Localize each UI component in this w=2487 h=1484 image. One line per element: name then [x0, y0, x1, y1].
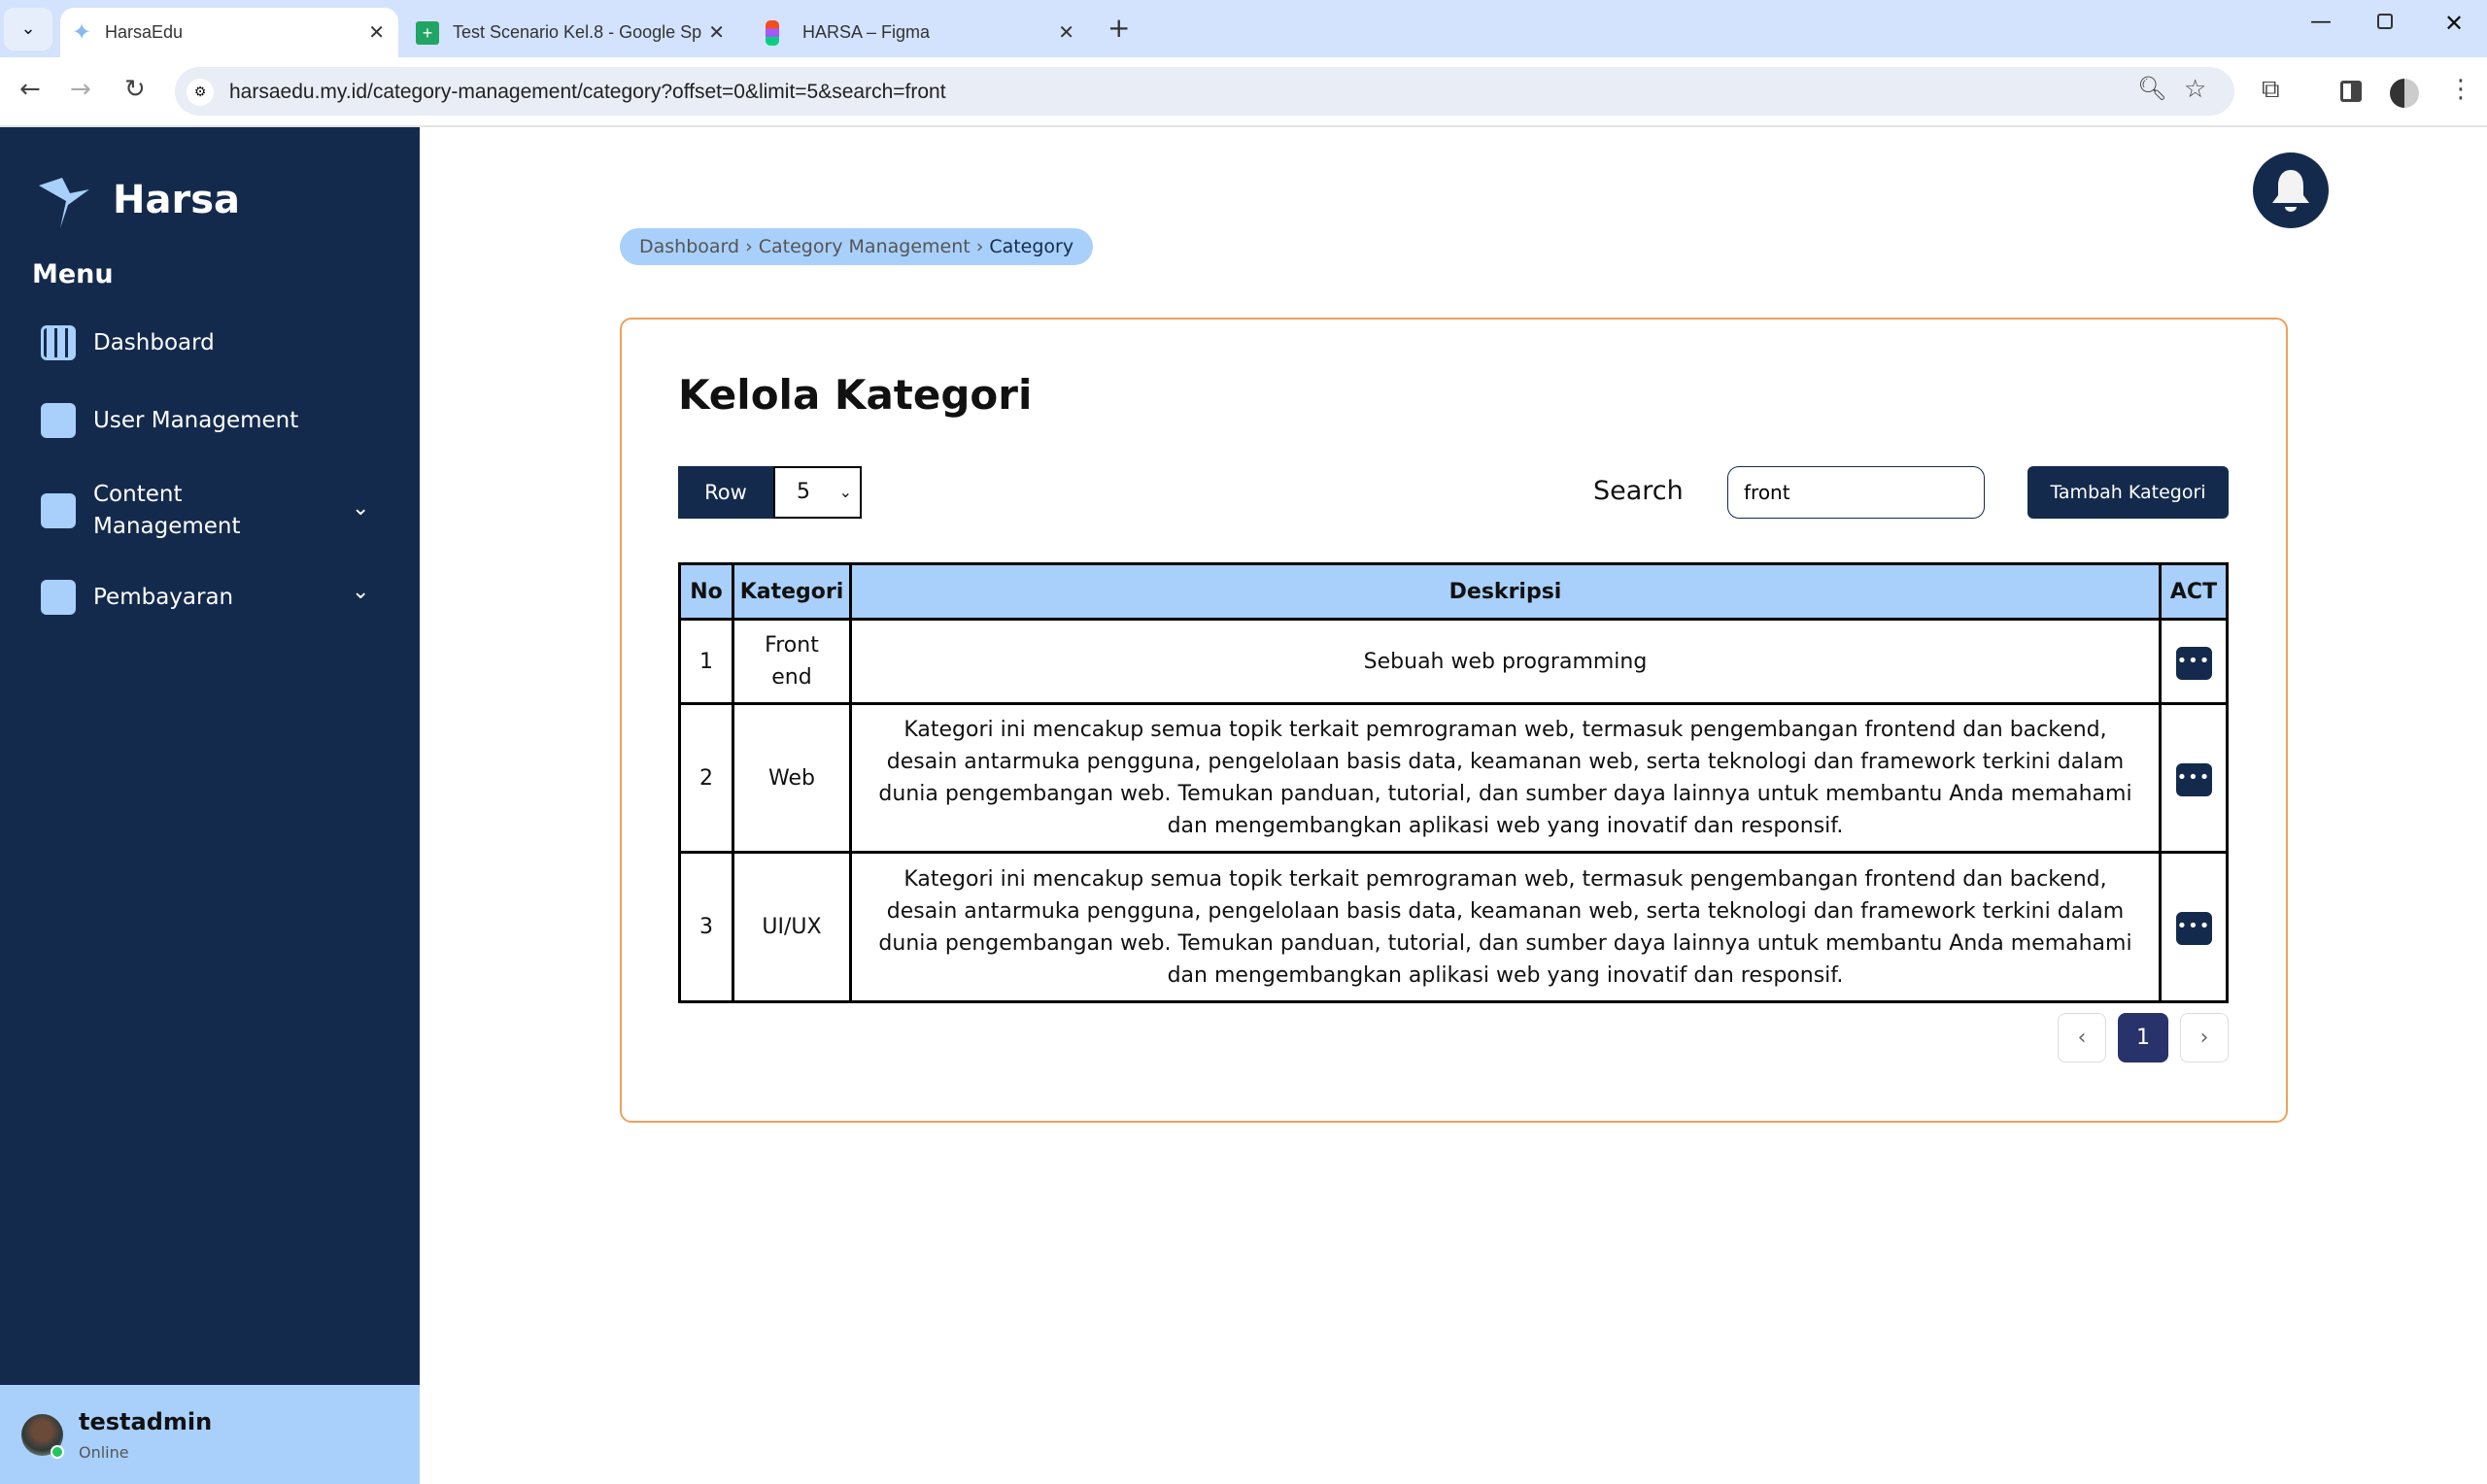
- user-status: Online: [79, 1443, 129, 1462]
- minimize-icon[interactable]: —: [2310, 10, 2332, 34]
- sheets-favicon: +: [416, 20, 439, 45]
- reload-icon[interactable]: ↻: [124, 75, 146, 104]
- more-actions-button[interactable]: •••: [2175, 912, 2212, 945]
- figma-favicon: [766, 19, 779, 46]
- more-actions-button[interactable]: •••: [2175, 762, 2212, 796]
- restore-icon[interactable]: [2377, 14, 2393, 29]
- header-act: ACT: [2159, 562, 2229, 621]
- chevron-down-icon[interactable]: ⌄: [352, 496, 369, 521]
- hummingbird-logo-icon: [39, 178, 89, 228]
- sidebar-item-pembayaran[interactable]: Pembayaran: [41, 580, 233, 615]
- menu-kebab-icon[interactable]: ⋮: [2448, 75, 2473, 104]
- bell-icon: [2272, 170, 2309, 212]
- table-row: 3 UI/UX Kategori ini mencakup semua topi…: [678, 851, 2229, 1003]
- table-row: 1 Front end Sebuah web programming •••: [678, 618, 2229, 705]
- tab-title: HARSA – Figma: [802, 22, 931, 42]
- cell-kategori: Web: [732, 702, 852, 854]
- cell-kategori: Front end: [732, 618, 852, 705]
- tab-harsaedu[interactable]: ✦ HarsaEdu ✕: [60, 8, 398, 57]
- cell-deskripsi: Kategori ini mencakup semua topik terkai…: [849, 702, 2162, 854]
- url-text[interactable]: harsaedu.my.id/category-management/categ…: [229, 81, 946, 104]
- breadcrumb-separator-icon: ›: [745, 236, 753, 257]
- extensions-icon[interactable]: ⧉: [2262, 75, 2280, 105]
- sidebar-item-dashboard[interactable]: Dashboard: [41, 325, 215, 360]
- row-count-select[interactable]: 5 ⌄: [773, 466, 862, 519]
- chevron-down-icon: ⌄: [838, 483, 852, 501]
- header-kategori: Kategori: [732, 562, 852, 621]
- cell-deskripsi: Kategori ini mencakup semua topik terkai…: [849, 851, 2162, 1003]
- cell-act: •••: [2159, 702, 2229, 854]
- sidebar-item-label: Dashboard: [93, 330, 215, 355]
- cell-act: •••: [2159, 618, 2229, 705]
- chevron-down-icon[interactable]: ⌄: [352, 580, 369, 604]
- user-profile[interactable]: testadmin Online: [0, 1385, 420, 1484]
- cell-deskripsi: Sebuah web programming: [849, 618, 2162, 705]
- breadcrumb-dashboard[interactable]: Dashboard: [639, 236, 739, 257]
- header-deskripsi: Deskripsi: [849, 562, 2162, 621]
- breadcrumb-category-management[interactable]: Category Management: [759, 236, 971, 257]
- sidebar: Harsa Menu Dashboard User Management Con…: [0, 127, 420, 1484]
- close-window-icon[interactable]: ✕: [2444, 10, 2464, 37]
- username: testadmin: [79, 1408, 213, 1435]
- table-header-row: No Kategori Deskripsi ACT: [678, 562, 2229, 621]
- cell-no: 2: [678, 702, 734, 854]
- row-label: Row: [678, 466, 773, 519]
- sidebar-item-label: Content Management: [93, 482, 241, 539]
- table-row: 2 Web Kategori ini mencakup semua topik …: [678, 702, 2229, 854]
- breadcrumb: Dashboard › Category Management › Category: [620, 228, 1094, 265]
- page-title: Kelola Kategori: [678, 371, 1033, 419]
- user-card-icon: [41, 403, 76, 438]
- brand-name: Harsa: [113, 178, 240, 222]
- breadcrumb-category: Category: [989, 236, 1074, 257]
- header-no: No: [678, 562, 734, 621]
- cell-act: •••: [2159, 851, 2229, 1003]
- tab-figma[interactable]: HARSA – Figma ✕: [758, 8, 1088, 57]
- zoom-icon[interactable]: 🔍︎: [2137, 75, 2166, 102]
- tab-title: HarsaEdu: [105, 22, 184, 42]
- cell-no: 3: [678, 851, 734, 1003]
- search-label: Search: [1593, 476, 1684, 506]
- forward-icon[interactable]: →: [70, 75, 91, 104]
- row-count-value: 5: [797, 480, 810, 504]
- tab-google-sheets[interactable]: + Test Scenario Kel.8 - Google Sp ✕: [408, 8, 738, 57]
- tab-title: Test Scenario Kel.8 - Google Sp: [453, 22, 702, 42]
- sidebar-item-label: User Management: [93, 408, 299, 433]
- sidebar-item-label: Pembayaran: [93, 585, 234, 610]
- tab-search-button[interactable]: ⌄: [4, 8, 52, 51]
- category-table: No Kategori Deskripsi ACT 1 Front end Se…: [678, 562, 2229, 1003]
- side-panel-icon[interactable]: [2340, 81, 2362, 102]
- notification-bell-button[interactable]: [2253, 152, 2329, 228]
- harsa-favicon: ✦: [72, 19, 92, 46]
- sidebar-item-user-management[interactable]: User Management: [41, 403, 298, 438]
- address-bar-row: ← → ↻ ⚙ harsaedu.my.id/category-manageme…: [0, 57, 2487, 127]
- cell-kategori: UI/UX: [732, 851, 852, 1003]
- prev-page-button[interactable]: ‹: [2058, 1013, 2106, 1062]
- breadcrumb-separator-icon: ›: [975, 236, 984, 257]
- card-icon: [41, 580, 76, 615]
- close-tab-icon[interactable]: ✕: [368, 20, 385, 45]
- harsa-logo[interactable]: [37, 176, 95, 230]
- browser-tab-strip: ⌄ ✦ HarsaEdu ✕ + Test Scenario Kel.8 - G…: [0, 0, 2487, 57]
- menu-heading: Menu: [32, 259, 114, 289]
- online-indicator: [51, 1445, 64, 1459]
- more-actions-button[interactable]: •••: [2175, 646, 2212, 680]
- close-tab-icon[interactable]: ✕: [1058, 20, 1074, 45]
- cell-no: 1: [678, 618, 734, 705]
- bookmark-star-icon[interactable]: ☆: [2184, 75, 2206, 104]
- site-info-icon[interactable]: ⚙: [187, 79, 214, 106]
- page-1-button[interactable]: 1: [2118, 1013, 2168, 1062]
- add-category-button[interactable]: Tambah Kategori: [2027, 466, 2229, 519]
- new-tab-icon[interactable]: +: [1107, 12, 1130, 44]
- back-icon[interactable]: ←: [19, 75, 41, 104]
- sidebar-item-content-management[interactable]: Content Management: [41, 479, 249, 543]
- profile-avatar[interactable]: [2390, 79, 2419, 108]
- close-tab-icon[interactable]: ✕: [708, 20, 725, 45]
- next-page-button[interactable]: ›: [2180, 1013, 2229, 1062]
- grid-icon: [41, 325, 76, 360]
- search-input[interactable]: [1727, 466, 1985, 519]
- documents-icon: [41, 493, 76, 528]
